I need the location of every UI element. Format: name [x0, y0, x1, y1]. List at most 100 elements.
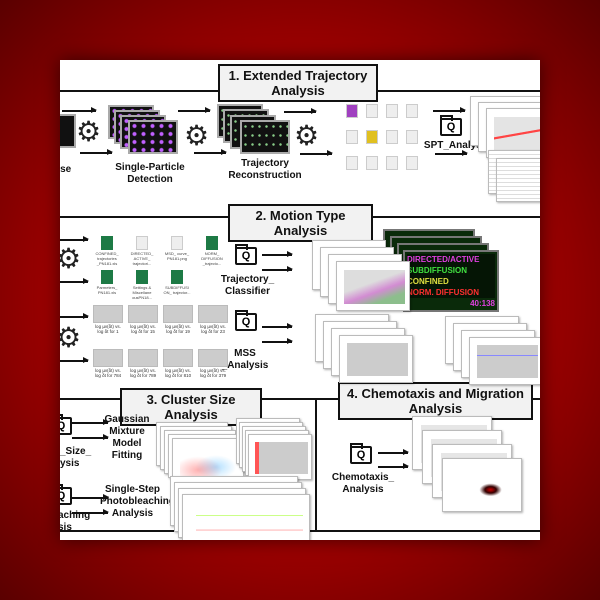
arrow [62, 107, 97, 113]
thumbnail-image [163, 305, 193, 323]
ssp-label: Single-Step Photobleaching Analysis [100, 484, 175, 519]
plot-area [344, 269, 406, 305]
chemotaxis-label: Chemotaxis_ Analysis [331, 472, 395, 495]
plot-area [255, 442, 308, 474]
excel-icon [136, 270, 148, 284]
gmm-label: Gaussian Mixture Model Fitting [104, 414, 150, 461]
excel-icon [206, 236, 218, 250]
arrow [378, 449, 409, 455]
thumbnail-caption: log µv(δt) vs. log δt for 15 [130, 324, 156, 334]
cluster-size-label: _Size_ ysis [60, 446, 92, 470]
arrow [178, 107, 211, 113]
arrow [80, 149, 113, 155]
file-item [402, 104, 422, 119]
workflow-figure: 1. Extended Trajectory Analysis 2. Motio… [60, 60, 540, 540]
gear-icon: ⚙ [60, 322, 82, 353]
thumbnail-caption: log µv(δt) vs. log δt for 23 [200, 324, 226, 334]
thumbnail-caption: log µv(δt) vs. log δt for 789 [129, 368, 157, 378]
thumbnail-image [198, 349, 228, 367]
section-title-1: 1. Extended Trajectory Analysis [218, 64, 378, 102]
plot-area [180, 445, 240, 476]
chemotaxis-plot-sheet [442, 458, 522, 512]
label-line: ose [60, 164, 72, 175]
gear-icon: ⚙ [294, 120, 320, 151]
thumbnail-image [128, 349, 158, 367]
histogram-sheet [248, 434, 312, 480]
file-item [362, 156, 382, 171]
motion-type-label: SUBDIFFUSION [407, 265, 495, 276]
arrow [194, 149, 227, 155]
detection-label: Single-Particle Detection [115, 162, 185, 185]
mss-thumbnail: log µv(δt) vs. log δt for 19 [163, 305, 193, 334]
label-line: sis [60, 522, 72, 533]
file-name: MSD_ curve_ PN181.png [164, 251, 190, 261]
thumbnail-image [93, 305, 123, 323]
mss-thumbnail: log µv(δt) vs. log δt for 1 [93, 305, 123, 334]
file-name: SUBDIFFUSI ON_ trajector... [163, 285, 191, 295]
thumbnail-image [93, 349, 123, 367]
document-icon [136, 236, 148, 250]
file-item: MSD_ curve_ PN181.png [162, 236, 192, 261]
file-item [342, 156, 362, 171]
plot-area [477, 345, 539, 379]
frame-counter: 40:138 [470, 299, 495, 308]
msd-plot-sheet [336, 261, 410, 311]
file-item: CONFINED_ trajectories _PN181.xls [92, 236, 122, 266]
section-title-4: 4. Chemotaxis and Migration Analysis [338, 382, 533, 420]
file-item [382, 104, 402, 119]
arrow [262, 323, 293, 329]
file-item [342, 104, 362, 119]
motion-type-label: DIRECTED/ACTIVE [407, 254, 495, 265]
file-item: SUBDIFFUSI ON_ trajector... [162, 270, 192, 295]
arrow [284, 108, 317, 114]
file-item: DIRECTED_ ACTIVE_ trajectori... [127, 236, 157, 266]
file-item [402, 156, 422, 171]
table-sheet [496, 158, 540, 202]
file-icon [366, 130, 378, 144]
gear-icon: ⚙ [60, 243, 82, 274]
file-name: Parmeters_ PN181.xls [96, 285, 118, 295]
folder-search-icon: Q [60, 484, 72, 505]
mss-thumbnail: log µv(δt) vs. log δt for 379 [198, 349, 228, 378]
classifier-label: Trajectory_ Classifier [220, 274, 275, 297]
label-line: _Size_ [60, 446, 92, 457]
plot-area [195, 502, 303, 538]
arrow [60, 357, 89, 363]
label-line: aching [60, 510, 91, 521]
file-icon [346, 130, 358, 144]
file-item: Parmeters_ PN181.xls [92, 270, 122, 295]
divider [315, 398, 317, 530]
thumbnail-caption: log µv(δt) vs. log δt for 810 [164, 368, 192, 378]
arrow [60, 313, 89, 319]
photobleaching-label: aching sis [60, 510, 92, 534]
mss-plot-sheet [339, 335, 413, 383]
folder-search-icon: Q [235, 310, 257, 331]
plot-area [494, 116, 540, 152]
plot-area [450, 467, 518, 505]
file-item: Settings & Miscellane ousPN18... [127, 270, 157, 300]
motion-type-label: NORM. DIFFUSION [407, 287, 495, 298]
arrow [60, 236, 89, 242]
file-icon [346, 156, 358, 170]
reconstruction-label: Trajectory Reconstruction [228, 158, 302, 181]
gear-icon: ⚙ [184, 120, 210, 151]
thumbnail-caption: log µv(δt) vs. log δt for 1 [95, 324, 121, 334]
file-icon [386, 130, 398, 144]
plot-area [347, 343, 409, 377]
classified-movie-frame: DIRECTED/ACTIVE SUBDIFFUSION CONFINED NORM.… [403, 250, 499, 312]
file-icon [406, 130, 418, 144]
motion-type-label: CONFINED [407, 276, 495, 287]
thumbnail-image [198, 305, 228, 323]
file-icon [406, 156, 418, 170]
section-title-2: 2. Motion Type Analysis [228, 204, 373, 242]
file-item [382, 130, 402, 145]
mss-thumbnail: log µv(δt) vs. log δt for 784 [93, 349, 123, 378]
thumbnail-caption: log µv(δt) vs. log δt for 379 [199, 368, 227, 378]
thumbnail-caption: log µv(δt) vs. log δt for 19 [165, 324, 191, 334]
file-name: DIRECTED_ ACTIVE_ trajectori... [130, 251, 154, 266]
thumbnail-image [128, 305, 158, 323]
thumbnail-caption: log µv(δt) vs. log δt for 784 [94, 368, 122, 378]
timelapse-label: oses [60, 164, 74, 188]
gear-icon: ⚙ [76, 116, 102, 147]
arrow [60, 278, 89, 284]
